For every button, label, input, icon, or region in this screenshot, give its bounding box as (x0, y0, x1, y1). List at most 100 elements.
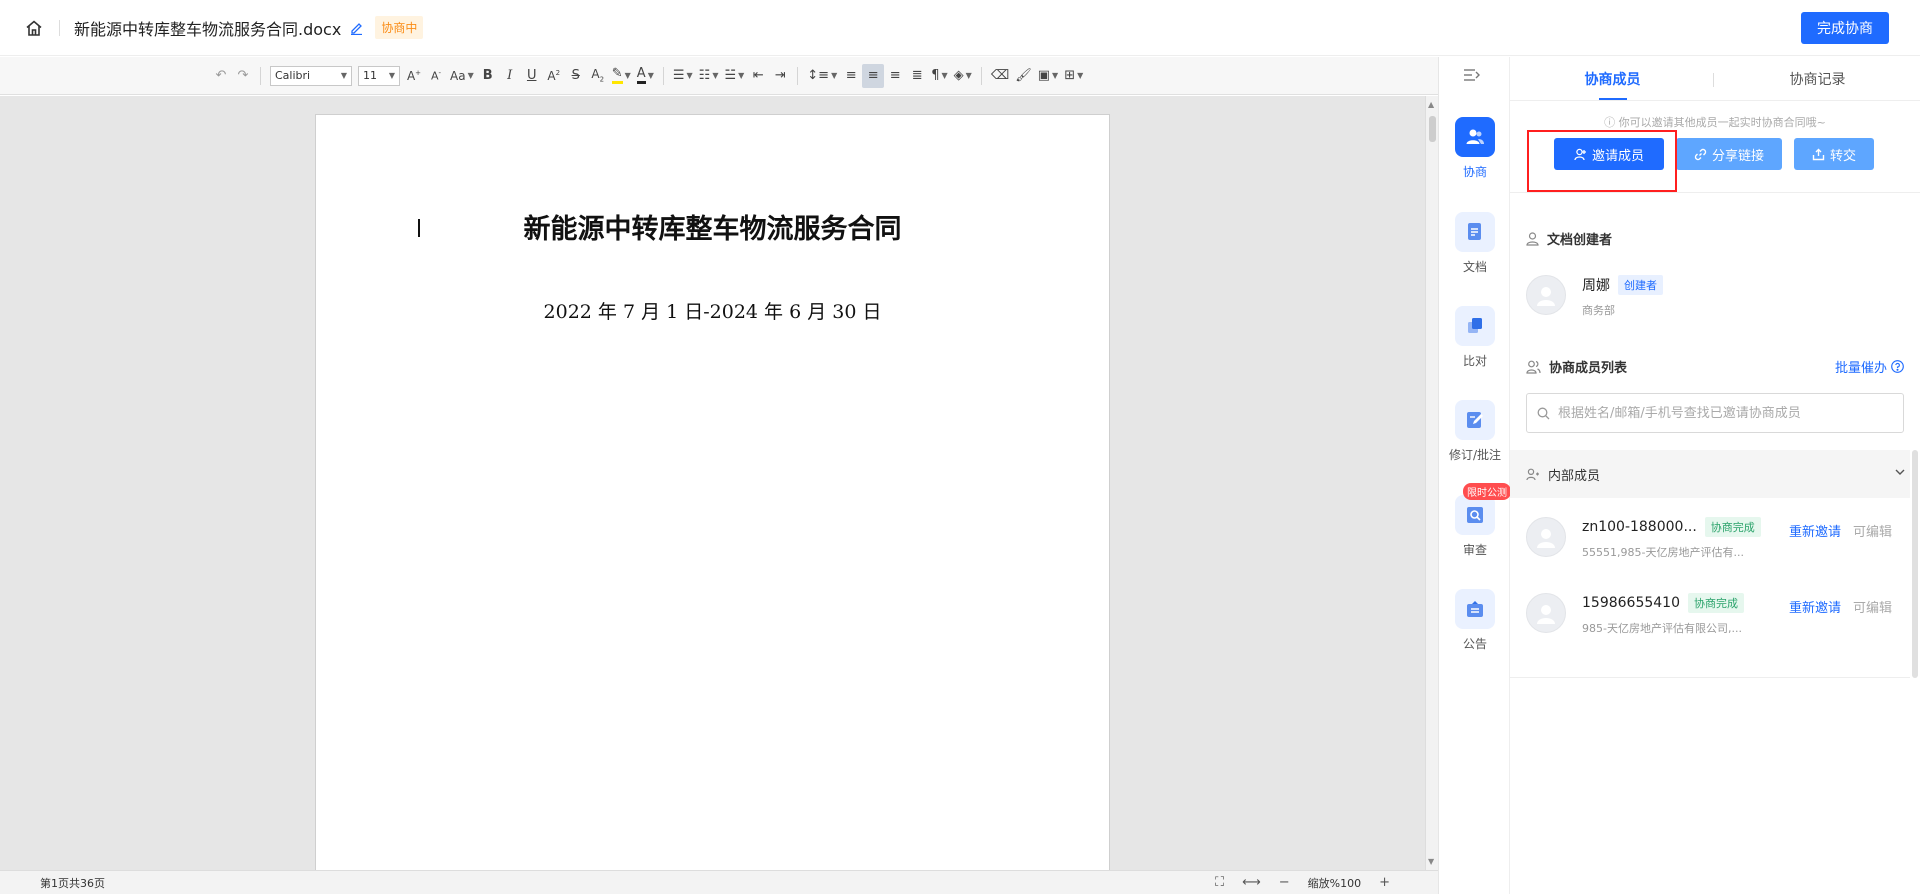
search-icon (1537, 407, 1550, 419)
rail-item-compare[interactable]: 比对 (1439, 306, 1511, 369)
creator-info: 周娜 创建者 商务部 (1582, 275, 1754, 318)
align-center-icon: ≡ (867, 68, 879, 83)
document-heading: 新能源中转库整车物流服务合同 (523, 214, 902, 245)
font-size-select[interactable]: 11 ▼ (358, 65, 400, 86)
member-name: zn100-188000... (1582, 519, 1697, 535)
bullet-list-icon: ☰ (672, 68, 685, 83)
collaboration-panel: 协商成员 协商记录 ⓘ 你可以邀请其他成员一起实时协商合同哦~ 邀请成员 分享链… (1510, 57, 1920, 894)
numbered-list-icon: ☷ (698, 68, 711, 83)
increase-font-button[interactable]: A+ (403, 64, 425, 88)
format-painter-button[interactable]: 🖌 (1012, 64, 1035, 88)
subscript-button[interactable]: A2 (587, 64, 609, 88)
paragraph-marks-button[interactable]: ¶ ▼ (928, 64, 950, 88)
tab-members[interactable]: 协商成员 (1510, 57, 1715, 100)
scroll-down-icon[interactable]: ▼ (1428, 857, 1434, 866)
superscript-icon: A2 (547, 68, 561, 83)
avatar (1526, 517, 1566, 557)
review-icon (1467, 507, 1483, 523)
change-case-button[interactable]: Aa ▼ (447, 64, 477, 88)
permission-label: 可编辑 (1852, 601, 1892, 616)
zoom-out-icon[interactable]: − (1279, 875, 1290, 890)
zoom-in-icon[interactable]: + (1379, 875, 1390, 890)
add-user-icon (1574, 148, 1586, 160)
align-right-button[interactable]: ≡ (884, 64, 906, 88)
insert-table-button[interactable]: ⊞ ▼ (1061, 64, 1086, 88)
font-color-icon: A (636, 67, 646, 84)
zoom-controls: ⛶ ⟷ − 缩放%100 + (1215, 875, 1390, 891)
reinvite-button[interactable]: 重新邀请 (1789, 597, 1841, 616)
chevron-down-icon: ▼ (340, 71, 347, 80)
share-link-label: 分享链接 (1711, 148, 1764, 164)
document-icon (1468, 223, 1481, 240)
fit-page-icon[interactable]: ⛶ (1215, 875, 1224, 890)
pencil-icon (351, 23, 363, 35)
bold-icon: B (482, 68, 493, 83)
insert-image-button[interactable]: ▣ ▼ (1035, 64, 1061, 88)
numbered-list-button[interactable]: ☷ ▼ (696, 64, 722, 88)
line-spacing-button[interactable]: ↕≡ ▼ (804, 64, 840, 88)
toolbar-divider (662, 66, 664, 85)
panel-scrollbar[interactable] (1912, 450, 1918, 678)
scroll-up-icon[interactable]: ▲ (1428, 100, 1434, 109)
creator-card: 周娜 创建者 商务部 (1526, 275, 1906, 318)
bullet-list-button[interactable]: ☰ ▼ (670, 64, 696, 88)
rail-item-review[interactable]: 限时公测 审查 (1439, 483, 1511, 558)
batch-remind-link[interactable]: 批量催办 (1835, 357, 1904, 376)
increase-indent-button[interactable]: ⇥ (769, 64, 791, 88)
redo-button[interactable]: ↷ (232, 64, 254, 88)
member-search-input[interactable] (1558, 405, 1888, 421)
rail-item-notice[interactable]: 公告 (1439, 589, 1511, 652)
decrease-indent-button[interactable]: ⇤ (747, 64, 769, 88)
decrease-font-button[interactable]: A- (425, 64, 447, 88)
scrollbar-thumb[interactable] (1429, 116, 1436, 142)
document-page[interactable]: 新能源中转库整车物流服务合同 2022 年 7 月 1 日-2024 年 6 月… (315, 114, 1110, 870)
highlight-button[interactable]: ✎ ▼ (609, 64, 634, 88)
bold-button[interactable]: B (477, 64, 499, 88)
align-left-button[interactable]: ≡ (840, 64, 862, 88)
shading-button[interactable]: ◈ ▼ (951, 64, 975, 88)
fit-width-icon[interactable]: ⟷ (1242, 875, 1261, 890)
default-avatar-icon (1537, 287, 1555, 306)
panel-tabs: 协商成员 协商记录 (1510, 57, 1920, 101)
finish-negotiation-button[interactable]: 完成协商 (1801, 12, 1889, 44)
share-link-button[interactable]: 分享链接 (1676, 138, 1782, 170)
collapse-panel-button[interactable] (1463, 67, 1481, 87)
transfer-button[interactable]: 转交 (1794, 138, 1874, 170)
invite-member-button[interactable]: 邀请成员 (1554, 138, 1664, 170)
invite-hint: ⓘ 你可以邀请其他成员一起实时协商合同哦~ (1510, 114, 1920, 130)
justify-button[interactable]: ≣ (906, 64, 928, 88)
rail-label: 审查 (1462, 543, 1487, 557)
rail-item-revision[interactable]: 修订/批注 (1439, 400, 1511, 463)
member-search[interactable] (1526, 393, 1904, 433)
rail-item-negotiate[interactable]: 协商 (1439, 117, 1511, 180)
rename-button[interactable] (349, 19, 367, 37)
group-label: 内部成员 (1548, 468, 1601, 484)
rail-label: 比对 (1462, 354, 1487, 368)
default-avatar-icon (1537, 529, 1555, 548)
superscript-button[interactable]: A2 (543, 64, 565, 88)
clear-format-button[interactable]: ⌫ (988, 64, 1012, 88)
members-section-title: 协商成员列表 批量催办 (1510, 357, 1920, 376)
font-family-select[interactable]: Calibri ▼ (270, 65, 352, 86)
zoom-level: 缩放%100 (1307, 876, 1362, 890)
paint-bucket-icon: ◈ (953, 68, 964, 83)
tab-records[interactable]: 协商记录 (1715, 57, 1920, 100)
internal-members-group[interactable]: 内部成员 (1510, 450, 1910, 498)
undo-button[interactable]: ↶ (210, 64, 232, 88)
member-info: zn100-188000... 协商完成 55551,985-天亿房地产评估有.… (1582, 517, 1761, 560)
multilevel-list-button[interactable]: ☱ ▼ (721, 64, 747, 88)
home-button[interactable] (17, 11, 51, 45)
align-center-button[interactable]: ≡ (862, 63, 885, 88)
editor-scrollbar[interactable]: ▲ ▼ (1425, 96, 1438, 870)
strikethrough-button[interactable]: S (565, 64, 587, 88)
users-outline-icon (1526, 360, 1541, 374)
italic-button[interactable]: I (499, 64, 521, 88)
strikethrough-icon: S (571, 68, 580, 83)
chevron-down-icon: ▼ (1052, 71, 1059, 80)
invite-area: ⓘ 你可以邀请其他成员一起实时协商合同哦~ 邀请成员 分享链接 转交 (1510, 101, 1920, 193)
reinvite-button[interactable]: 重新邀请 (1789, 521, 1841, 540)
rail-icon-box (1455, 212, 1495, 252)
rail-item-document[interactable]: 文档 (1439, 212, 1511, 275)
underline-button[interactable]: U (521, 64, 543, 88)
font-color-button[interactable]: A ▼ (634, 64, 657, 88)
